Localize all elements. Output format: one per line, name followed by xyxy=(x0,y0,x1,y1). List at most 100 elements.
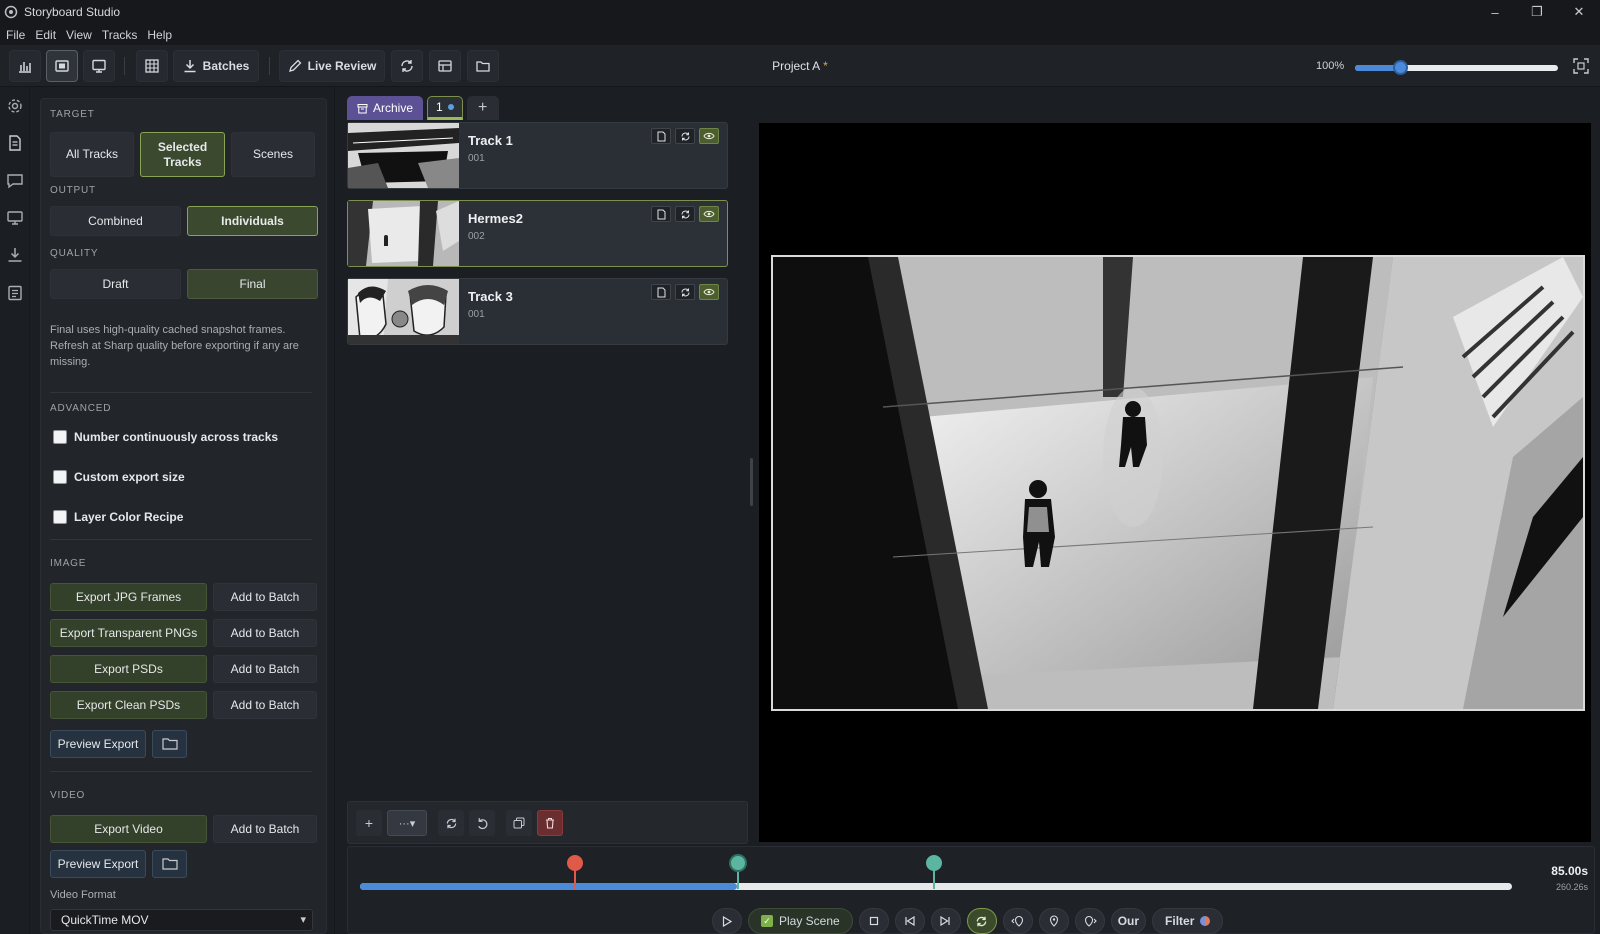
previous-button[interactable] xyxy=(894,908,925,934)
tab-1[interactable]: 1 xyxy=(427,96,463,120)
next-button[interactable] xyxy=(930,908,961,934)
archive-box-icon xyxy=(357,103,368,113)
zoom-slider[interactable] xyxy=(1355,60,1558,75)
track-card-3[interactable]: Track 3 001 xyxy=(347,278,728,345)
stop-icon xyxy=(869,916,878,926)
play-button[interactable] xyxy=(712,908,742,934)
target-scenes-button[interactable]: Scenes xyxy=(231,132,315,177)
presentation-view-button[interactable] xyxy=(83,50,115,82)
output-individuals-button[interactable]: Individuals xyxy=(187,206,318,236)
section-divider xyxy=(50,539,312,540)
minimize-button[interactable]: – xyxy=(1474,0,1516,24)
track-2-visibility-button[interactable] xyxy=(699,206,719,222)
marker-head[interactable] xyxy=(925,855,942,871)
add-video-to-batch-button[interactable]: Add to Batch xyxy=(213,815,317,843)
video-export-folder-button[interactable] xyxy=(152,850,187,878)
layer-color-recipe-checkbox[interactable] xyxy=(53,510,67,524)
next-marker-button[interactable] xyxy=(1074,908,1105,934)
filter-button[interactable]: Filter xyxy=(1152,908,1224,934)
delete-track-button[interactable] xyxy=(537,810,563,836)
video-format-select[interactable]: QuickTime MOV ▾ xyxy=(50,909,313,931)
duplicate-track-button[interactable] xyxy=(506,810,532,836)
grid-view-button[interactable] xyxy=(136,50,168,82)
sync-button[interactable] xyxy=(391,50,423,82)
custom-export-size-checkbox[interactable] xyxy=(53,470,67,484)
batches-button[interactable]: Batches xyxy=(173,50,259,82)
add-tab-button[interactable]: + xyxy=(466,96,499,120)
timeline-marker-teal[interactable] xyxy=(925,855,942,889)
pane-resize-handle[interactable] xyxy=(750,458,753,506)
menu-file[interactable]: File xyxy=(6,28,25,42)
track-3-file-button[interactable] xyxy=(651,284,671,300)
timeline-marker-red[interactable] xyxy=(567,855,584,889)
storyboard-view-button[interactable] xyxy=(46,50,78,82)
loop-toggle[interactable] xyxy=(966,908,997,934)
film-strip-icon xyxy=(55,60,69,72)
image-export-folder-button[interactable] xyxy=(152,730,187,758)
export-download-icon[interactable] xyxy=(6,246,24,264)
quality-final-button[interactable]: Final xyxy=(187,269,318,299)
preview-viewer[interactable] xyxy=(758,122,1592,843)
track-options-dropdown[interactable]: ···▾ xyxy=(387,810,427,836)
zoom-slider-handle[interactable] xyxy=(1392,60,1408,75)
custom-export-size-option[interactable]: Custom export size xyxy=(53,470,185,484)
add-png-to-batch-button[interactable]: Add to Batch xyxy=(213,619,317,647)
gear-icon[interactable] xyxy=(6,97,24,115)
live-review-button[interactable]: Live Review xyxy=(279,50,385,82)
track-card-2[interactable]: Hermes2 002 xyxy=(347,200,728,267)
open-folder-button[interactable] xyxy=(467,50,499,82)
export-psds-button[interactable]: Export PSDs xyxy=(50,655,207,683)
track-3-visibility-button[interactable] xyxy=(699,284,719,300)
number-continuously-checkbox[interactable] xyxy=(53,430,67,444)
quality-draft-button[interactable]: Draft xyxy=(50,269,181,299)
play-scene-toggle[interactable]: ✓ Play Scene xyxy=(748,908,853,934)
track-1-visibility-button[interactable] xyxy=(699,128,719,144)
menu-help[interactable]: Help xyxy=(147,28,172,42)
export-transparent-pngs-button[interactable]: Export Transparent PNGs xyxy=(50,619,207,647)
layer-color-recipe-option[interactable]: Layer Color Recipe xyxy=(53,510,183,524)
target-all-tracks-button[interactable]: All Tracks xyxy=(50,132,134,177)
add-psd-to-batch-button[interactable]: Add to Batch xyxy=(213,655,317,683)
layout-button[interactable] xyxy=(429,50,461,82)
document-icon[interactable] xyxy=(6,134,24,152)
add-marker-button[interactable] xyxy=(1038,908,1069,934)
list-icon[interactable] xyxy=(6,284,24,302)
tab-archive[interactable]: Archive xyxy=(347,96,424,120)
monitor-icon[interactable] xyxy=(6,209,24,227)
close-button[interactable]: ✕ xyxy=(1558,0,1600,24)
export-jpg-frames-button[interactable]: Export JPG Frames xyxy=(50,583,207,611)
add-track-button[interactable]: + xyxy=(356,810,382,836)
our-button[interactable]: Our xyxy=(1110,908,1147,934)
timeline-playhead[interactable] xyxy=(728,854,747,889)
track-3-refresh-button[interactable] xyxy=(675,284,695,300)
track-2-file-button[interactable] xyxy=(651,206,671,222)
target-selected-tracks-button[interactable]: Selected Tracks xyxy=(140,132,225,177)
comment-icon[interactable] xyxy=(6,172,24,190)
refresh-track-button[interactable] xyxy=(438,810,464,836)
number-continuously-option[interactable]: Number continuously across tracks xyxy=(53,430,278,444)
stop-button[interactable] xyxy=(858,908,889,934)
add-clean-psd-to-batch-button[interactable]: Add to Batch xyxy=(213,691,317,719)
menu-view[interactable]: View xyxy=(66,28,92,42)
chart-view-button[interactable] xyxy=(9,50,41,82)
track-card-1[interactable]: Track 1 001 xyxy=(347,122,728,189)
track-1-file-button[interactable] xyxy=(651,128,671,144)
track-1-refresh-button[interactable] xyxy=(675,128,695,144)
menu-edit[interactable]: Edit xyxy=(35,28,56,42)
play-scene-checkbox[interactable]: ✓ xyxy=(761,915,773,927)
previous-marker-button[interactable] xyxy=(1002,908,1033,934)
track-2-refresh-button[interactable] xyxy=(675,206,695,222)
preview-video-export-button[interactable]: Preview Export xyxy=(50,850,146,878)
export-video-button[interactable]: Export Video xyxy=(50,815,207,843)
fit-to-screen-icon[interactable] xyxy=(1572,57,1590,75)
output-combined-button[interactable]: Combined xyxy=(50,206,181,236)
restore-button[interactable]: ❐ xyxy=(1516,0,1558,24)
add-jpg-to-batch-button[interactable]: Add to Batch xyxy=(213,583,317,611)
marker-head[interactable] xyxy=(567,855,584,871)
reset-track-button[interactable] xyxy=(469,810,495,836)
timeline-scrubber[interactable] xyxy=(360,854,1512,890)
playhead-head[interactable] xyxy=(728,854,747,872)
preview-image-export-button[interactable]: Preview Export xyxy=(50,730,146,758)
export-clean-psds-button[interactable]: Export Clean PSDs xyxy=(50,691,207,719)
menu-tracks[interactable]: Tracks xyxy=(102,28,138,42)
